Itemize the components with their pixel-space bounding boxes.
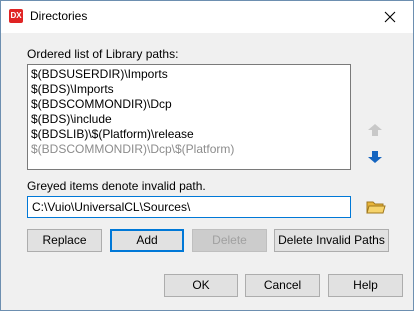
folder-icon — [366, 201, 386, 214]
move-up-button[interactable] — [364, 119, 386, 141]
list-label: Ordered list of Library paths: — [27, 47, 179, 61]
invalid-path-hint: Greyed items denote invalid path. — [27, 179, 206, 193]
close-icon — [384, 11, 396, 23]
list-item[interactable]: $(BDSUSERDIR)\Imports — [30, 67, 350, 82]
browse-folder-button[interactable] — [364, 197, 386, 217]
help-button[interactable]: Help — [328, 274, 403, 297]
arrow-down-icon — [368, 151, 382, 163]
arrow-up-icon — [368, 124, 382, 136]
list-item[interactable]: $(BDS)\Imports — [30, 82, 350, 97]
list-item[interactable]: $(BDS)\include — [30, 112, 350, 127]
delete-invalid-paths-button[interactable]: Delete Invalid Paths — [274, 229, 389, 252]
list-item[interactable]: $(BDSLIB)\$(Platform)\release — [30, 127, 350, 142]
add-button[interactable]: Add — [110, 229, 184, 252]
library-path-list[interactable]: $(BDSUSERDIR)\Imports $(BDS)\Imports $(B… — [27, 64, 351, 170]
list-item-invalid[interactable]: $(BDSCOMMONDIR)\Dcp\$(Platform) — [30, 142, 350, 157]
path-input[interactable]: C:\Vuio\UniversalCL\Sources\ — [27, 196, 351, 218]
delete-button[interactable]: Delete — [192, 229, 267, 252]
close-button[interactable] — [367, 1, 413, 33]
ok-button[interactable]: OK — [164, 274, 238, 297]
list-item[interactable]: $(BDSCOMMONDIR)\Dcp — [30, 97, 350, 112]
directories-dialog: DX Directories Ordered list of Library p… — [0, 0, 414, 311]
move-down-button[interactable] — [364, 146, 386, 168]
cancel-button[interactable]: Cancel — [245, 274, 320, 297]
replace-button[interactable]: Replace — [27, 229, 102, 252]
title-bar: DX Directories — [1, 1, 413, 33]
app-logo-icon: DX — [9, 9, 23, 23]
window-title: Directories — [30, 9, 88, 23]
